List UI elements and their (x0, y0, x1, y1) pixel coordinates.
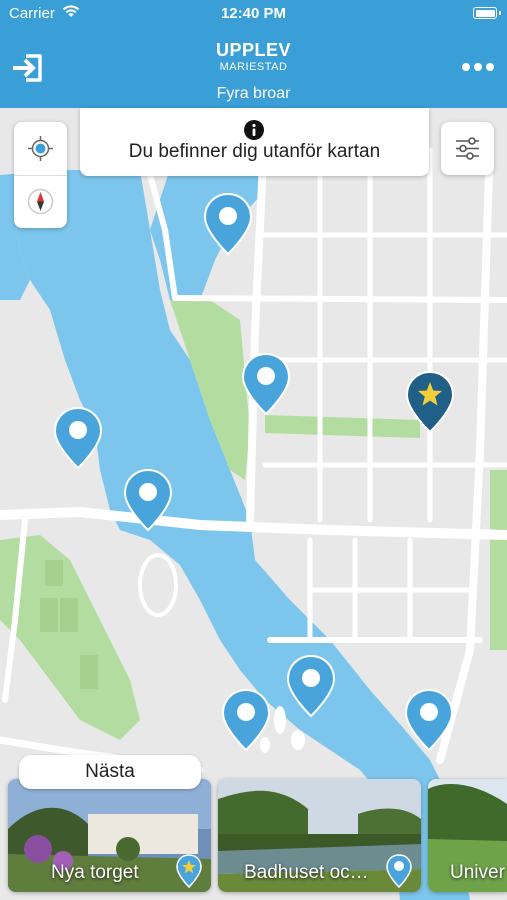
outside-map-banner: Du befinner dig utanför kartan (80, 108, 429, 176)
map-pin-selected[interactable] (405, 370, 455, 434)
map-controls (14, 122, 67, 228)
more-icon[interactable] (461, 60, 495, 74)
map-pin[interactable] (203, 192, 253, 256)
controls-divider (14, 175, 67, 176)
map-pin[interactable] (286, 654, 336, 718)
map-pin[interactable] (221, 688, 271, 752)
info-icon (244, 120, 264, 140)
battery-tip (499, 11, 501, 15)
next-tab[interactable]: Nästa (19, 755, 201, 789)
status-bar: Carrier 12:40 PM (0, 0, 507, 28)
filter-button[interactable] (441, 122, 494, 175)
place-name: Univer (450, 862, 505, 883)
star-badge-icon (176, 854, 202, 888)
place-name: Badhuset oc… (244, 862, 369, 883)
clock: 12:40 PM (220, 5, 287, 22)
place-card[interactable]: Nya torget (8, 779, 211, 892)
park-sports-3 (80, 655, 98, 689)
map-pin[interactable] (241, 352, 291, 416)
place-card[interactable]: Badhuset oc… (218, 779, 421, 892)
map-pin[interactable] (123, 468, 173, 532)
battery-icon (473, 7, 497, 19)
park-sports-1 (40, 598, 58, 632)
map-pin[interactable] (53, 406, 103, 470)
brand-subtitle: MARIESTAD (219, 61, 288, 73)
brand-title: UPPLEV (215, 40, 292, 60)
park-sports-4 (45, 560, 63, 586)
page-title: Fyra broar (216, 85, 291, 102)
pin-badge-icon (386, 854, 412, 888)
banner-message: Du befinner dig utanför kartan (128, 141, 381, 162)
park-sports-2 (60, 598, 78, 632)
map-pin[interactable] (404, 688, 454, 752)
locate-me-icon[interactable] (27, 135, 54, 162)
sliders-icon (456, 137, 479, 160)
compass-icon[interactable] (27, 188, 54, 215)
place-card[interactable]: Univer (428, 779, 507, 892)
place-name: Nya torget (51, 862, 139, 883)
road-east-north (172, 295, 507, 303)
park-southeast (490, 470, 507, 650)
header: UPPLEV MARIESTAD Fyra broar (0, 28, 507, 108)
